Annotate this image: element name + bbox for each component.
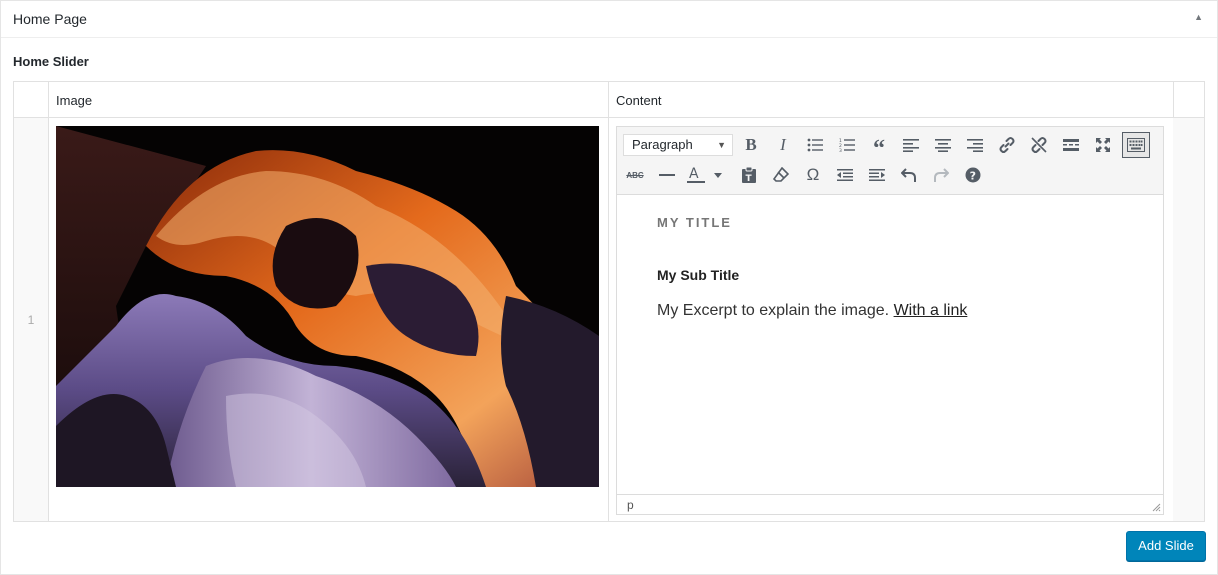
special-character-icon[interactable]: Ω xyxy=(799,162,827,188)
toolbar-toggle-icon[interactable] xyxy=(1122,132,1150,158)
chevron-down-icon: ▼ xyxy=(717,140,726,150)
editor-title: MY TITLE xyxy=(657,215,732,230)
order-column-header xyxy=(14,82,49,117)
align-left-icon[interactable] xyxy=(897,132,925,158)
content-cell: Paragraph ▼ B I 123 “ ABC A T Ω ? MY TIT… xyxy=(608,118,1174,521)
editor-toolbar: Paragraph ▼ B I 123 “ ABC A T Ω ? xyxy=(617,127,1163,195)
field-label: Home Slider xyxy=(13,54,89,69)
read-more-icon[interactable] xyxy=(1057,132,1085,158)
postbox-home-page: Home Page ▲ Home Slider Image Content 1 xyxy=(0,0,1218,575)
row-remove-column[interactable] xyxy=(1173,118,1204,521)
slide-image[interactable] xyxy=(56,126,599,487)
content-header-label: Content xyxy=(616,93,662,108)
table-header: Image Content xyxy=(14,82,1204,118)
remove-link-icon[interactable] xyxy=(1025,132,1053,158)
postbox-header[interactable]: Home Page ▲ xyxy=(1,1,1217,38)
help-icon[interactable]: ? xyxy=(959,162,987,188)
bold-icon[interactable]: B xyxy=(737,132,765,158)
align-center-icon[interactable] xyxy=(929,132,957,158)
numbered-list-icon[interactable]: 123 xyxy=(833,132,861,158)
undo-icon[interactable] xyxy=(895,162,923,188)
fullscreen-icon[interactable] xyxy=(1089,132,1117,158)
format-select[interactable]: Paragraph ▼ xyxy=(623,134,733,156)
image-header-label: Image xyxy=(56,93,93,108)
row-order-handle[interactable]: 1 xyxy=(14,118,49,521)
add-slide-button[interactable]: Add Slide xyxy=(1126,531,1206,561)
editor-subtitle: My Sub Title xyxy=(657,267,740,283)
element-path[interactable]: p xyxy=(627,498,634,512)
strikethrough-icon[interactable]: ABC xyxy=(621,162,649,188)
svg-text:T: T xyxy=(746,174,753,184)
excerpt-text: My Excerpt to explain the image. xyxy=(657,302,894,319)
postbox-title: Home Page xyxy=(13,11,87,27)
outdent-icon[interactable] xyxy=(831,162,859,188)
horizontal-line-icon[interactable] xyxy=(653,162,681,188)
clear-formatting-icon[interactable] xyxy=(767,162,795,188)
image-cell xyxy=(48,118,609,521)
editor-content-area[interactable]: MY TITLE My Sub Title My Excerpt to expl… xyxy=(617,195,1163,494)
bullet-list-icon[interactable] xyxy=(801,132,829,158)
svg-text:A: A xyxy=(689,166,699,182)
redo-icon[interactable] xyxy=(927,162,955,188)
canyon-photo xyxy=(56,126,599,487)
editor-statusbar: p xyxy=(617,494,1163,514)
blockquote-icon[interactable]: “ xyxy=(865,132,893,161)
editor-excerpt: My Excerpt to explain the image. With a … xyxy=(657,302,967,320)
format-select-value: Paragraph xyxy=(632,137,693,152)
wysiwyg-editor: Paragraph ▼ B I 123 “ ABC A T Ω ? MY TIT… xyxy=(616,126,1164,515)
italic-icon[interactable]: I xyxy=(769,132,797,158)
svg-text:3: 3 xyxy=(839,148,842,152)
excerpt-link[interactable]: With a link xyxy=(894,302,968,319)
content-column-header: Content xyxy=(608,82,1174,117)
triangle-up-icon[interactable]: ▲ xyxy=(1194,12,1203,22)
resize-handle-icon[interactable] xyxy=(1152,503,1161,512)
svg-text:?: ? xyxy=(970,169,976,182)
indent-icon[interactable] xyxy=(863,162,891,188)
image-column-header: Image xyxy=(48,82,609,117)
row-number: 1 xyxy=(27,313,35,327)
paste-text-icon[interactable]: T xyxy=(735,162,763,188)
text-color-icon[interactable]: A xyxy=(685,162,727,188)
insert-link-icon[interactable] xyxy=(993,132,1021,158)
repeater-table: Image Content 1 Paragraph ▼ B I 1 2 3 “ … xyxy=(13,81,1205,522)
align-right-icon[interactable] xyxy=(961,132,989,158)
